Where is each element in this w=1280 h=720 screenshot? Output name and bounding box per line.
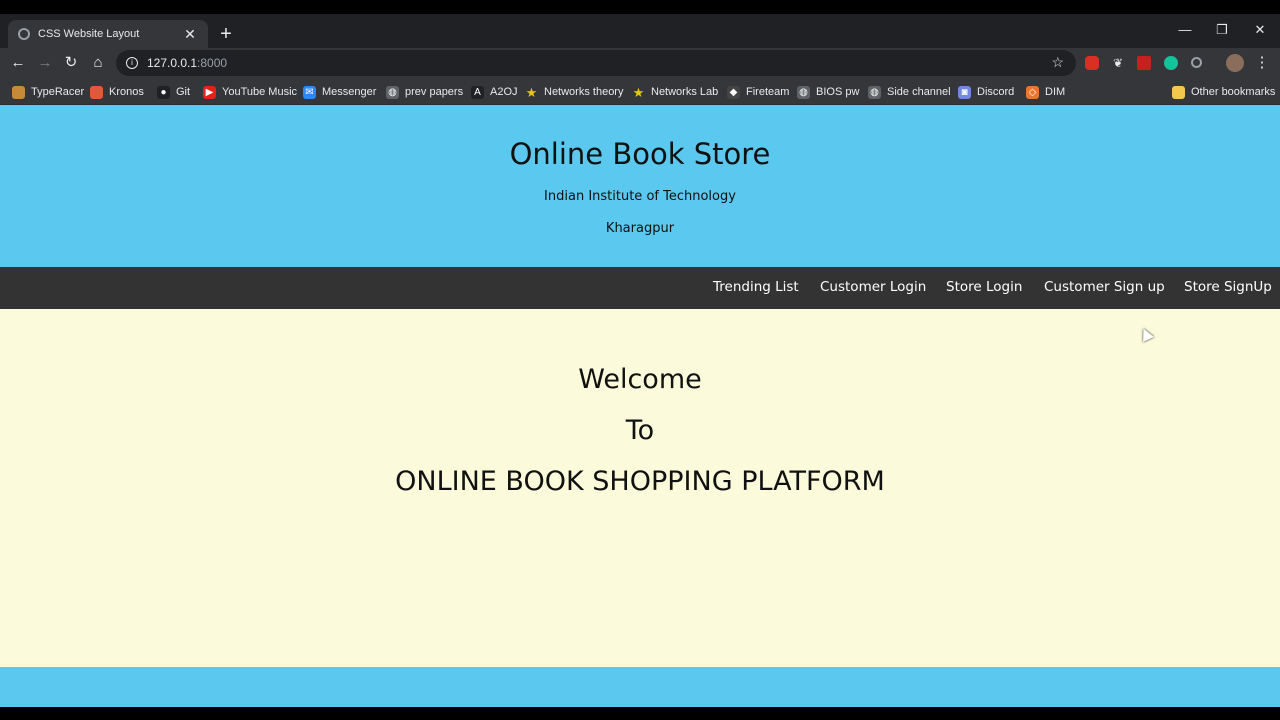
bookmark-item[interactable]: ◆ Fireteam: [727, 82, 789, 102]
bookmark-label: prev papers: [405, 86, 464, 98]
welcome-to-text: To: [625, 415, 655, 446]
nav-trending-list[interactable]: Trending List: [713, 279, 799, 295]
site-header: Online Book Store Indian Institute of Te…: [0, 105, 1280, 267]
close-window-button[interactable]: ✕: [1245, 22, 1275, 38]
star-icon: ★: [525, 84, 538, 100]
nav-store-signup[interactable]: Store SignUp: [1184, 279, 1272, 295]
bookmark-label: DIM: [1045, 86, 1066, 98]
bookmark-label: YouTube Music: [222, 86, 298, 98]
bookmark-item[interactable]: ★ Networks theory: [525, 82, 624, 102]
typeracer-icon: [12, 85, 25, 99]
minimize-button[interactable]: —: [1170, 22, 1200, 37]
extension-feather-icon[interactable]: ❦: [1111, 56, 1125, 70]
folder-icon: [1172, 85, 1185, 99]
bookmark-label: A2OJ: [490, 86, 518, 98]
restore-button[interactable]: ❐: [1207, 22, 1237, 38]
globe-icon: ◍: [386, 85, 399, 99]
bookmark-item[interactable]: ◍ BIOS pw: [797, 82, 859, 102]
bookmark-label: Networks theory: [544, 86, 624, 98]
bookmark-label: Networks Lab: [651, 86, 719, 98]
nav-store-login[interactable]: Store Login: [946, 279, 1022, 295]
bookmark-label: TypeRacer: [31, 86, 85, 98]
profile-avatar[interactable]: [1226, 54, 1244, 72]
other-bookmarks-folder[interactable]: Other bookmarks: [1172, 82, 1275, 102]
bookmark-item[interactable]: ◙ Discord: [958, 82, 1014, 102]
browser-toolbar: ← → ↻ ⌂ i 127.0.0.1 :8000 ☆ ❦ ⋮: [0, 48, 1280, 78]
bookmark-item[interactable]: Kronos: [90, 82, 144, 102]
bookmark-item[interactable]: TypeRacer: [12, 82, 84, 102]
star-icon: ★: [632, 84, 645, 100]
site-title: Online Book Store: [509, 137, 771, 171]
globe-icon: ◍: [797, 85, 810, 99]
browser-tab[interactable]: CSS Website Layout ✕: [8, 20, 208, 48]
grammarly-icon[interactable]: [1164, 56, 1178, 70]
tab-favicon-icon: [18, 28, 30, 40]
menu-kebab-icon[interactable]: ⋮: [1252, 53, 1272, 73]
bookmark-item[interactable]: A A2OJ: [471, 82, 518, 102]
bookmark-item[interactable]: ● Git: [157, 82, 190, 102]
address-bar[interactable]: i 127.0.0.1 :8000 ☆: [116, 50, 1076, 76]
globe-icon: ◍: [868, 85, 881, 99]
bookmark-item[interactable]: ✉ Messenger: [303, 82, 376, 102]
a2oj-icon: A: [471, 85, 484, 99]
bookmark-label: BIOS pw: [816, 86, 860, 98]
url-host: 127.0.0.1: [147, 56, 198, 70]
bookmark-star-icon[interactable]: ☆: [1051, 54, 1064, 71]
tab-title: CSS Website Layout: [38, 28, 140, 40]
extension-red-icon[interactable]: [1085, 56, 1099, 70]
video-letterbox-top: [0, 0, 1280, 14]
institute-location: Kharagpur: [605, 221, 675, 236]
shield-icon: ◆: [727, 85, 740, 99]
reload-icon[interactable]: ↻: [61, 53, 81, 73]
extension-circle-icon[interactable]: [1191, 57, 1202, 68]
bookmark-item[interactable]: ★ Networks Lab: [632, 82, 719, 102]
home-icon[interactable]: ⌂: [88, 53, 108, 73]
discord-icon: ◙: [958, 85, 971, 99]
github-icon: ●: [157, 85, 170, 99]
back-arrow-icon[interactable]: ←: [8, 53, 28, 73]
messenger-icon: ✉: [303, 85, 316, 99]
bookmark-label: Fireteam: [746, 86, 790, 98]
bookmark-label: Messenger: [322, 86, 377, 98]
kronos-icon: [90, 85, 103, 99]
bookmark-item[interactable]: ▶ YouTube Music: [203, 82, 297, 102]
welcome-heading: Welcome: [578, 364, 702, 395]
forward-arrow-icon[interactable]: →: [35, 53, 55, 73]
institute-name: Indian Institute of Technology: [544, 189, 736, 204]
url-port: :8000: [197, 56, 228, 70]
tab-close-icon[interactable]: ✕: [182, 26, 198, 43]
bookmark-item[interactable]: ◍ Side channel: [868, 82, 951, 102]
page-viewport: Online Book Store Indian Institute of Te…: [0, 105, 1280, 707]
bookmark-item[interactable]: ◇ DIM: [1026, 82, 1065, 102]
new-tab-button[interactable]: +: [216, 24, 236, 44]
site-info-icon[interactable]: i: [126, 57, 138, 69]
bookmark-item[interactable]: ◍ prev papers: [386, 82, 463, 102]
platform-name: ONLINE BOOK SHOPPING PLATFORM: [395, 466, 885, 497]
nav-customer-signup[interactable]: Customer Sign up: [1044, 279, 1165, 295]
bookmark-label: Side channel: [887, 86, 951, 98]
bookmark-label: Git: [176, 86, 191, 98]
bookmark-label: Kronos: [109, 86, 144, 98]
browser-tab-strip: CSS Website Layout ✕ + — ❐ ✕: [0, 14, 1280, 48]
bookmark-label: Discord: [977, 86, 1015, 98]
dim-icon: ◇: [1026, 85, 1039, 99]
site-navbar: Trending List Customer Login Store Login…: [0, 267, 1280, 309]
other-bookmarks-label: Other bookmarks: [1191, 86, 1276, 98]
bookmarks-bar: Other bookmarks TypeRacer Kronos ● Git ▶ YouT…: [0, 78, 1280, 105]
youtube-music-icon: ▶: [203, 85, 216, 99]
video-letterbox-bottom: [0, 707, 1280, 720]
pdf-extension-icon[interactable]: [1137, 56, 1151, 70]
site-footer: [0, 667, 1280, 707]
nav-customer-login[interactable]: Customer Login: [820, 279, 926, 295]
